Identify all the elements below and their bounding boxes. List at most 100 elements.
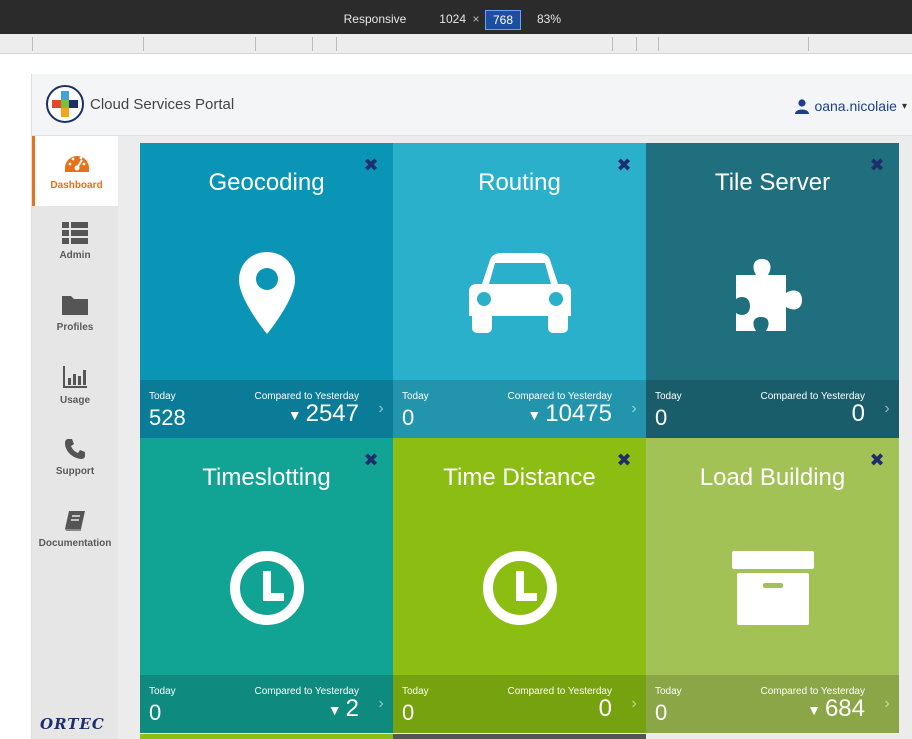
height-input[interactable]: 768 [485,10,521,30]
compare-value-wrap: ▼ 10475 [527,400,612,428]
sidebar-item-label: Profiles [56,321,94,333]
sidebar: Dashboard Admin Profiles Usage Support D… [32,136,118,739]
close-icon[interactable]: ✖ [363,451,379,469]
caret-down-icon: ▼ [327,701,342,718]
folder-icon [62,295,88,315]
next-row-tile-edge [393,734,646,739]
chevron-right-icon[interactable]: › [622,380,646,438]
brand-text: ORTEC [40,715,105,733]
chevron-right-icon[interactable]: › [622,675,646,733]
car-icon [468,253,571,333]
portal-title: Cloud Services Portal [90,96,235,113]
username: oana.nicolaie [814,98,897,114]
compare-value: 2547 [305,400,359,427]
compare-value-wrap: 0 [852,400,865,428]
compare-value-wrap: 0 [599,695,612,723]
clock-icon [482,551,557,625]
tile-title: Routing [478,169,561,196]
today-value: 0 [402,700,415,725]
dashboard-tiles: Geocoding ✖ Today 528 Compared to Yester… [140,143,899,739]
tile-footer: Today 0 Compared to Yesterday ▼ 2 › [140,675,393,733]
compare-value: 2 [345,695,359,722]
zoom-select[interactable]: 83% [526,10,572,28]
plus-logo-icon [52,91,78,117]
sidebar-item-documentation[interactable]: Documentation [32,494,118,564]
close-icon[interactable]: ✖ [869,451,885,469]
user-icon [795,98,810,114]
today-label: Today [655,391,682,402]
compare-label: Compared to Yesterday [760,391,865,402]
close-icon[interactable]: ✖ [616,156,632,174]
sidebar-item-dashboard[interactable]: Dashboard [32,136,118,206]
devtools-device-toolbar: Responsive 1024 × 768 83% [0,0,912,34]
dimension-separator: × [472,12,480,26]
next-row-tile-edge [140,734,393,739]
tile-footer: Today 0 Compared to Yesterday ▼ 684 › [646,675,899,733]
archive-box-icon [731,551,814,625]
tile-tile-server[interactable]: Tile Server ✖ Today 0 Compared to Yester… [646,143,899,438]
today-label: Today [402,391,429,402]
chevron-right-icon[interactable]: › [875,380,899,438]
today-label: Today [149,686,176,697]
caret-down-icon: ▼ [807,701,821,718]
user-menu[interactable]: oana.nicolaie ▾ [795,96,907,116]
sidebar-item-label: Admin [59,249,91,261]
tile-routing[interactable]: Routing ✖ Today 0 Compared to Yesterday … [393,143,646,438]
tile-geocoding[interactable]: Geocoding ✖ Today 528 Compared to Yester… [140,143,393,438]
today-label: Today [402,686,429,697]
chevron-right-icon[interactable]: › [369,675,393,733]
sidebar-item-label: Usage [59,394,90,406]
tile-title: Load Building [699,464,846,491]
compare-value-wrap: ▼ 2547 [288,400,359,428]
today-value: 0 [149,700,162,725]
chevron-right-icon[interactable]: › [875,675,899,733]
today-value: 528 [149,405,186,430]
close-icon[interactable]: ✖ [616,451,632,469]
tile-icon-wrap [140,533,393,643]
tile-footer: Today 0 Compared to Yesterday 0 › [393,675,646,733]
sidebar-item-profiles[interactable]: Profiles [32,278,118,348]
tile-load-building[interactable]: Load Building ✖ Today 0 Compared to Yest… [646,438,899,733]
tile-time-distance[interactable]: Time Distance ✖ Today 0 Compared to Yest… [393,438,646,733]
tile-title: Timeslotting [202,464,331,491]
portal-app: Cloud Services Portal oana.nicolaie ▾ Da… [31,74,912,739]
media-query-ruler[interactable] [0,34,912,54]
device-select[interactable]: Responsive [322,10,428,28]
tile-icon-wrap [140,238,393,348]
caret-down-icon: ▼ [527,406,542,423]
sidebar-item-label: Documentation [38,537,112,549]
today-value: 0 [402,405,415,430]
today-value: 0 [655,700,668,725]
tile-footer: Today 0 Compared to Yesterday ▼ 10475 › [393,380,646,438]
sidebar-item-label: Dashboard [50,179,103,191]
sidebar-item-usage[interactable]: Usage [32,350,118,420]
map-marker-icon [238,252,295,334]
compare-value-wrap: ▼ 684 [807,695,865,723]
portal-logo[interactable] [46,85,84,123]
phone-icon [65,438,85,459]
compare-value: 684 [824,695,865,722]
tile-title: Time Distance [443,464,596,491]
sidebar-item-label: Support [55,465,95,477]
compare-label: Compared to Yesterday [507,686,612,697]
sidebar-item-support[interactable]: Support [32,422,118,492]
tile-icon-wrap [393,533,646,643]
close-icon[interactable]: ✖ [363,156,379,174]
close-icon[interactable]: ✖ [869,156,885,174]
tile-title: Geocoding [208,169,325,196]
tile-footer: Today 528 Compared to Yesterday ▼ 2547 › [140,380,393,438]
chevron-right-icon[interactable]: › [369,380,393,438]
book-icon [65,510,85,531]
ortec-logo: ORTEC [40,715,105,733]
today-label: Today [149,391,176,402]
caret-down-icon: ▾ [901,100,907,112]
width-input[interactable]: 1024 [430,10,466,28]
clock-icon [229,551,304,625]
tile-icon-wrap [646,238,899,348]
bar-chart-icon [63,365,87,388]
dashboard-icon [64,155,89,172]
tile-timeslotting[interactable]: Timeslotting ✖ Today 0 Compared to Yeste… [140,438,393,733]
today-value: 0 [655,405,668,430]
sidebar-item-admin[interactable]: Admin [32,206,118,276]
caret-down-icon: ▼ [287,406,302,423]
